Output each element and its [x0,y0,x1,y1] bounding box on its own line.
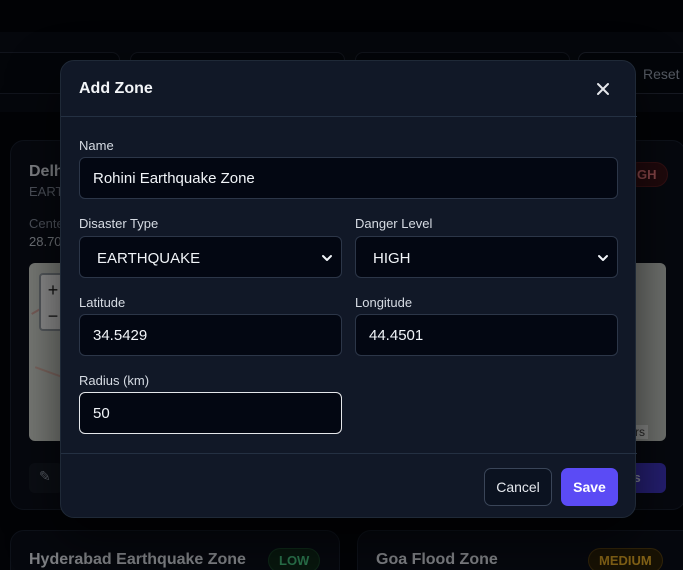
danger-level-label: Danger Level [355,216,433,231]
disaster-type-value: EARTHQUAKE [97,250,201,267]
modal-header: Add Zone [61,61,637,117]
radius-label: Radius (km) [79,373,150,388]
modal-footer: Cancel Save [61,453,637,519]
disaster-type-label: Disaster Type [79,216,159,231]
close-button[interactable] [591,77,615,101]
danger-level-value: HIGH [373,250,411,267]
radius-input[interactable] [79,392,342,434]
chevron-down-icon [322,255,332,261]
close-icon [597,83,609,95]
name-label: Name [79,138,114,153]
disaster-type-select[interactable]: EARTHQUAKE [79,236,342,278]
save-button[interactable]: Save [561,468,618,506]
modal-title: Add Zone [79,80,153,97]
latitude-input[interactable] [79,314,342,356]
add-zone-modal: Add Zone Name Disaster Type EARTHQUAKE D… [60,60,637,519]
longitude-label: Longitude [355,295,413,310]
latitude-label: Latitude [79,295,126,310]
longitude-input[interactable] [355,314,618,356]
chevron-down-icon [598,255,608,261]
cancel-button[interactable]: Cancel [484,468,552,506]
name-input[interactable] [79,157,618,199]
danger-level-select[interactable]: HIGH [355,236,618,278]
